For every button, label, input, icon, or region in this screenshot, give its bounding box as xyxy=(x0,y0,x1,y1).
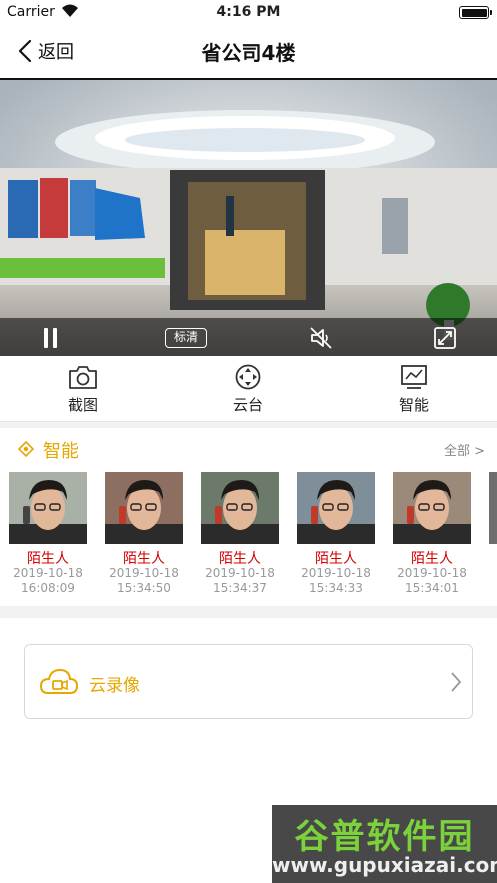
page-title: 省公司4楼 xyxy=(201,41,296,65)
face-record-item[interactable]: 陌生人 2019-10-18 15:34:37 xyxy=(200,472,280,596)
site-watermark: 谷普软件园 www.gupuxiazai.com xyxy=(272,805,497,883)
pause-button[interactable] xyxy=(42,326,60,350)
face-photo xyxy=(297,472,375,544)
quality-button[interactable]: 标清 xyxy=(165,328,207,348)
face-thumbnail[interactable] xyxy=(297,472,375,544)
face-record-time: 15:34:50 xyxy=(117,581,171,595)
face-photo xyxy=(105,472,183,544)
fullscreen-icon[interactable] xyxy=(434,326,456,350)
snapshot-label: 截图 xyxy=(67,396,98,414)
face-record-time: 15:34:37 xyxy=(213,581,267,595)
face-record-time: 15:34:01 xyxy=(405,581,459,595)
face-record-label: 陌生人 xyxy=(123,551,165,567)
cloud-video-icon xyxy=(39,668,79,694)
battery-icon xyxy=(459,6,492,19)
diamond-icon xyxy=(18,441,34,457)
mute-icon[interactable] xyxy=(309,326,333,350)
face-thumbnail-partial[interactable] xyxy=(489,472,497,544)
camera-icon xyxy=(69,366,97,389)
face-record-date: 2019-10-18 xyxy=(205,566,275,580)
snapshot-button[interactable]: 截图 xyxy=(43,364,123,418)
face-thumbnail[interactable] xyxy=(201,472,279,544)
face-record-date: 2019-10-18 xyxy=(13,566,83,580)
face-record-label: 陌生人 xyxy=(315,551,357,567)
face-record-date: 2019-10-18 xyxy=(397,566,467,580)
face-record-date: 2019-10-18 xyxy=(109,566,179,580)
ptz-label: 云台 xyxy=(232,396,263,414)
face-record-item[interactable]: 陌生人 2019-10-18 15:34:01 xyxy=(392,472,472,596)
face-record-label: 陌生人 xyxy=(219,551,261,567)
face-photo xyxy=(393,472,471,544)
face-record-date: 2019-10-18 xyxy=(301,566,371,580)
status-time: 4:16 PM xyxy=(216,4,281,20)
face-record-label: 陌生人 xyxy=(411,551,453,567)
smart-chart-icon xyxy=(401,365,427,389)
video-controls: 标清 xyxy=(0,318,497,356)
chevron-right-icon xyxy=(451,672,462,692)
status-bar: Carrier 4:16 PM xyxy=(0,0,497,24)
face-record-item[interactable]: 陌生人 2019-10-18 16:08:09 xyxy=(8,472,88,596)
smart-section-title: 智能 xyxy=(43,441,79,462)
watermark-title: 谷普软件园 xyxy=(294,817,475,857)
face-record-label: 陌生人 xyxy=(27,551,69,567)
watermark-url: www.gupuxiazai.com xyxy=(272,853,497,877)
video-toolbar: 截图 云台 智能 xyxy=(0,356,497,422)
face-record-item[interactable]: 陌生人 2019-10-18 15:34:50 xyxy=(104,472,184,596)
ptz-control-icon xyxy=(235,364,261,390)
cloud-recording-label: 云录像 xyxy=(89,676,140,696)
face-record-time: 16:08:09 xyxy=(21,581,75,595)
nav-bar: 返回 省公司4楼 xyxy=(0,24,497,78)
camera-feed-image xyxy=(0,80,497,356)
section-divider xyxy=(0,606,497,618)
face-record-list: 陌生人 2019-10-18 16:08:09 陌生人 2019-10-18 15:34:… xyxy=(0,472,497,600)
ptz-button[interactable]: 云台 xyxy=(208,364,288,418)
face-record-time: 15:34:33 xyxy=(309,581,363,595)
video-player[interactable]: 标清 xyxy=(0,78,497,356)
face-record-item[interactable]: 陌生人 2019-10-18 15:34:33 xyxy=(296,472,376,596)
smart-label: 智能 xyxy=(398,396,429,414)
face-thumbnail[interactable] xyxy=(9,472,87,544)
face-thumbnail[interactable] xyxy=(393,472,471,544)
view-all-link[interactable]: 全部 > xyxy=(444,440,485,459)
face-photo xyxy=(9,472,87,544)
face-photo xyxy=(201,472,279,544)
cloud-recording-button[interactable]: 云录像 xyxy=(24,644,473,719)
face-thumbnail[interactable] xyxy=(105,472,183,544)
smart-section-header: 智能 全部 > xyxy=(0,428,497,470)
smart-button[interactable]: 智能 xyxy=(374,364,454,418)
